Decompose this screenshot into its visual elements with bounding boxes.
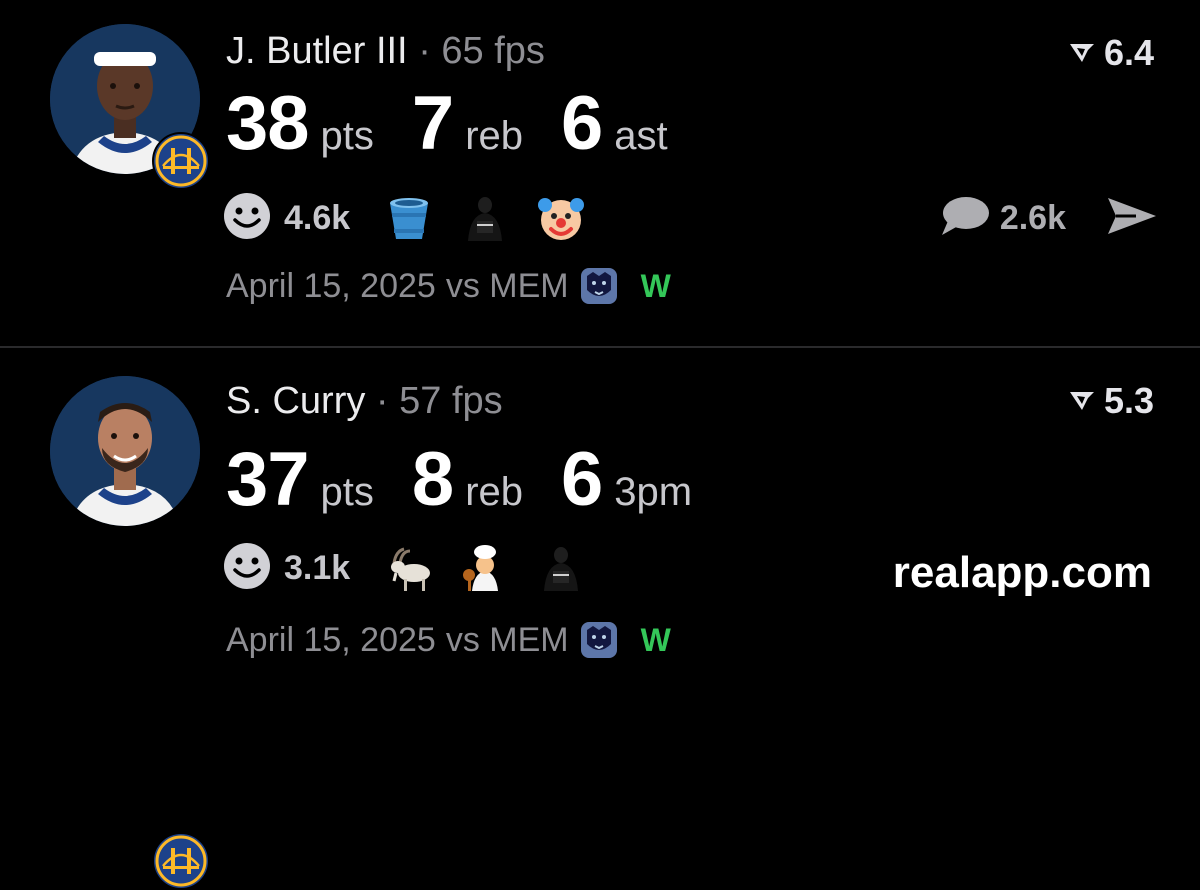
- game-result: W: [640, 621, 671, 658]
- reaction-count: 3.1k: [284, 548, 351, 587]
- stat-line: 37 pts 8 reb 6 3pm: [226, 436, 730, 523]
- stat-rebounds-unit: reb: [465, 114, 523, 158]
- opponent: vs MEM: [445, 620, 569, 659]
- stat-rebounds-value: 7: [411, 81, 454, 166]
- game-date: April 15, 2025: [226, 620, 436, 659]
- stat-third-unit: 3pm: [614, 470, 693, 514]
- stat-points-unit: pts: [320, 470, 374, 514]
- reactions-bar: 4.6k: [222, 190, 612, 246]
- chef-emoji-icon[interactable]: [460, 543, 510, 593]
- player-name[interactable]: S. Curry: [226, 380, 365, 422]
- game-result: W: [640, 267, 671, 304]
- separator-dot: ·: [418, 30, 431, 72]
- stat-third-unit: ast: [614, 114, 668, 158]
- game-date: April 15, 2025: [226, 266, 436, 305]
- fps-score: 57 fps: [399, 380, 503, 422]
- rating[interactable]: 5.3: [1068, 380, 1154, 422]
- grizzlies-logo-icon: [579, 266, 619, 306]
- brand-watermark: realapp.com: [892, 548, 1152, 597]
- nets-player-emoji-icon[interactable]: [460, 193, 510, 243]
- smiley-react-icon[interactable]: [222, 541, 272, 596]
- clown-emoji-icon[interactable]: [536, 193, 586, 243]
- player-name[interactable]: J. Butler III: [226, 30, 408, 72]
- fps-score: 65 fps: [441, 30, 545, 72]
- comments[interactable]: 2.6k: [940, 194, 1158, 242]
- post-card-butler[interactable]: J. Butler III · 65 fps 6.4 38 pts 7 reb …: [0, 0, 1200, 346]
- post-header: S. Curry · 57 fps: [226, 380, 503, 423]
- player-avatar[interactable]: [50, 376, 200, 526]
- stat-points-value: 37: [226, 437, 310, 522]
- post-card-curry[interactable]: S. Curry · 57 fps 5.3 37 pts 8 reb 6 3pm…: [0, 348, 1200, 890]
- goat-emoji-icon[interactable]: [384, 543, 434, 593]
- reaction-count: 4.6k: [284, 198, 351, 237]
- rating-icon: [1068, 389, 1096, 413]
- stat-points-value: 38: [226, 81, 310, 166]
- game-info: April 15, 2025 vs MEM W: [226, 620, 671, 660]
- bucket-emoji-icon[interactable]: [384, 193, 434, 243]
- nets-player-emoji-icon[interactable]: [536, 543, 586, 593]
- rating[interactable]: 6.4: [1068, 32, 1154, 74]
- separator-dot: ·: [375, 380, 389, 422]
- stat-line: 38 pts 7 reb 6 ast: [226, 80, 706, 167]
- stat-third-value: 6: [561, 437, 603, 522]
- stat-third-value: 6: [561, 81, 603, 166]
- comment-count: 2.6k: [999, 198, 1066, 237]
- reactions-bar: 3.1k: [222, 540, 612, 596]
- stat-points-unit: pts: [320, 114, 374, 158]
- team-logo-icon: [152, 832, 210, 890]
- comment-icon[interactable]: [940, 195, 990, 242]
- rating-value: 5.3: [1103, 380, 1154, 421]
- rating-value: 6.4: [1103, 32, 1154, 73]
- smiley-react-icon[interactable]: [222, 191, 272, 246]
- opponent: vs MEM: [445, 266, 569, 305]
- stat-rebounds-unit: reb: [465, 470, 523, 514]
- team-logo-icon: [152, 132, 210, 190]
- post-header: J. Butler III · 65 fps: [226, 30, 545, 73]
- grizzlies-logo-icon: [579, 620, 619, 660]
- game-info: April 15, 2025 vs MEM W: [226, 266, 671, 306]
- share-icon[interactable]: [1106, 196, 1158, 241]
- rating-icon: [1068, 41, 1096, 65]
- stat-rebounds-value: 8: [411, 437, 454, 522]
